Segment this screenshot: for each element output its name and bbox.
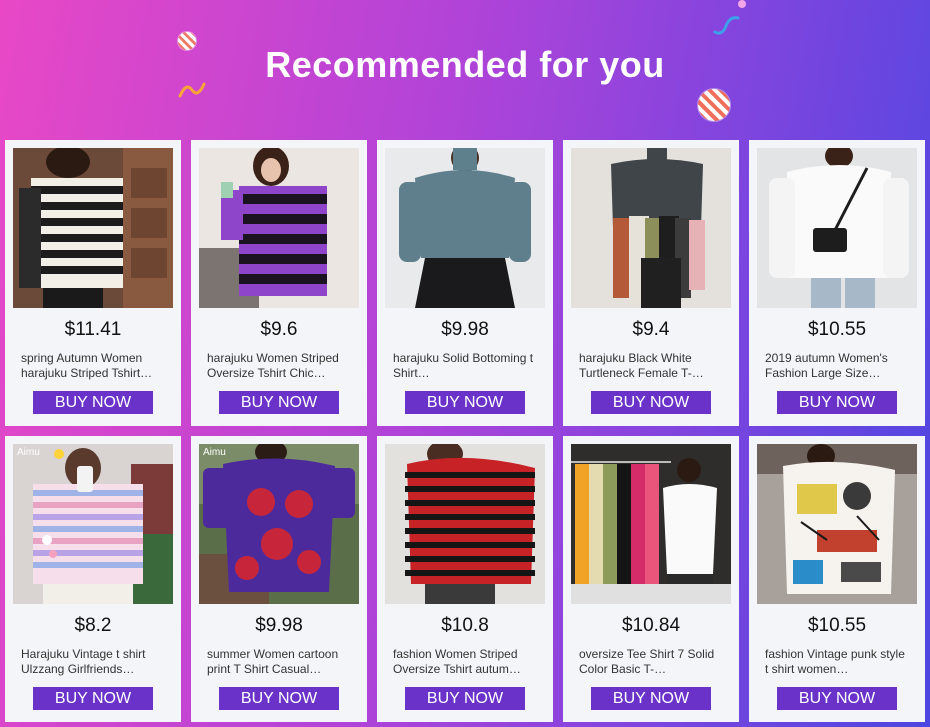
product-image[interactable] <box>757 148 917 308</box>
product-card[interactable]: $10.84 oversize Tee Shirt 7 Solid Color … <box>563 436 739 722</box>
product-image[interactable] <box>757 444 917 604</box>
buy-now-button[interactable]: BUY NOW <box>405 391 525 414</box>
brand-watermark: Aimu <box>203 447 226 458</box>
product-card[interactable]: $10.55 2019 autumn Women's Fashion Large… <box>749 140 925 426</box>
buy-now-button[interactable]: BUY NOW <box>219 391 339 414</box>
product-card[interactable]: Aimu $8.2 Harajuku Vintage t shirt Ulzza… <box>5 436 181 722</box>
product-price: $9.98 <box>441 319 489 340</box>
page-title: Recommended for you <box>265 44 665 85</box>
product-price: $10.55 <box>807 319 867 340</box>
product-image[interactable] <box>199 148 359 308</box>
product-image[interactable] <box>385 444 545 604</box>
product-name[interactable]: fashion Women Striped Oversize Tshirt au… <box>393 647 539 677</box>
product-card[interactable]: $9.98 harajuku Solid Bottoming t Shirt… … <box>377 140 553 426</box>
product-card[interactable]: $9.4 harajuku Black White Turtleneck Fem… <box>563 140 739 426</box>
buy-now-button[interactable]: BUY NOW <box>405 687 525 710</box>
product-image[interactable]: Aimu <box>199 444 359 604</box>
product-name[interactable]: summer Women cartoon print T Shirt Casua… <box>207 647 353 677</box>
product-price: $10.84 <box>621 615 681 636</box>
product-price: $8.2 <box>74 615 112 636</box>
buy-now-button[interactable]: BUY NOW <box>777 687 897 710</box>
striped-ball-decoration <box>698 89 730 121</box>
product-grid: $11.41 spring Autumn Women harajuku Stri… <box>5 140 925 722</box>
product-name[interactable]: harajuku Women Striped Oversize Tshirt C… <box>207 351 353 381</box>
product-price: $10.8 <box>441 615 489 636</box>
buy-now-button[interactable]: BUY NOW <box>591 687 711 710</box>
buy-now-button[interactable]: BUY NOW <box>33 391 153 414</box>
product-name[interactable]: oversize Tee Shirt 7 Solid Color Basic T… <box>579 647 725 677</box>
product-card[interactable]: $11.41 spring Autumn Women harajuku Stri… <box>5 140 181 426</box>
product-card[interactable]: $9.6 harajuku Women Striped Oversize Tsh… <box>191 140 367 426</box>
product-image[interactable] <box>571 444 731 604</box>
product-price: $9.4 <box>632 319 670 340</box>
product-card[interactable]: $10.55 fashion Vintage punk style t shir… <box>749 436 925 722</box>
product-price: $9.98 <box>255 615 303 636</box>
product-image[interactable] <box>13 148 173 308</box>
product-card[interactable]: $10.8 fashion Women Striped Oversize Tsh… <box>377 436 553 722</box>
product-price: $11.41 <box>64 319 122 340</box>
brand-watermark: Aimu <box>17 447 40 458</box>
product-card[interactable]: Aimu $9.98 summer Women cartoon print T … <box>191 436 367 722</box>
product-image[interactable]: Aimu <box>13 444 173 604</box>
product-name[interactable]: harajuku Black White Turtleneck Female T… <box>579 351 725 381</box>
product-price: $10.55 <box>807 615 867 636</box>
product-name[interactable]: spring Autumn Women harajuku Striped Tsh… <box>21 351 167 381</box>
small-ball-decoration <box>738 0 746 8</box>
product-name[interactable]: fashion Vintage punk style t shirt women… <box>765 647 911 677</box>
blue-streamer-decoration <box>713 16 740 35</box>
buy-now-button[interactable]: BUY NOW <box>219 687 339 710</box>
product-image[interactable] <box>571 148 731 308</box>
product-price: $9.6 <box>260 319 298 340</box>
buy-now-button[interactable]: BUY NOW <box>591 391 711 414</box>
buy-now-button[interactable]: BUY NOW <box>777 391 897 414</box>
product-name[interactable]: 2019 autumn Women's Fashion Large Size… <box>765 351 911 381</box>
product-name[interactable]: harajuku Solid Bottoming t Shirt… <box>393 351 539 381</box>
product-image[interactable] <box>385 148 545 308</box>
product-name[interactable]: Harajuku Vintage t shirt Ulzzang Girlfri… <box>21 647 167 677</box>
buy-now-button[interactable]: BUY NOW <box>33 687 153 710</box>
